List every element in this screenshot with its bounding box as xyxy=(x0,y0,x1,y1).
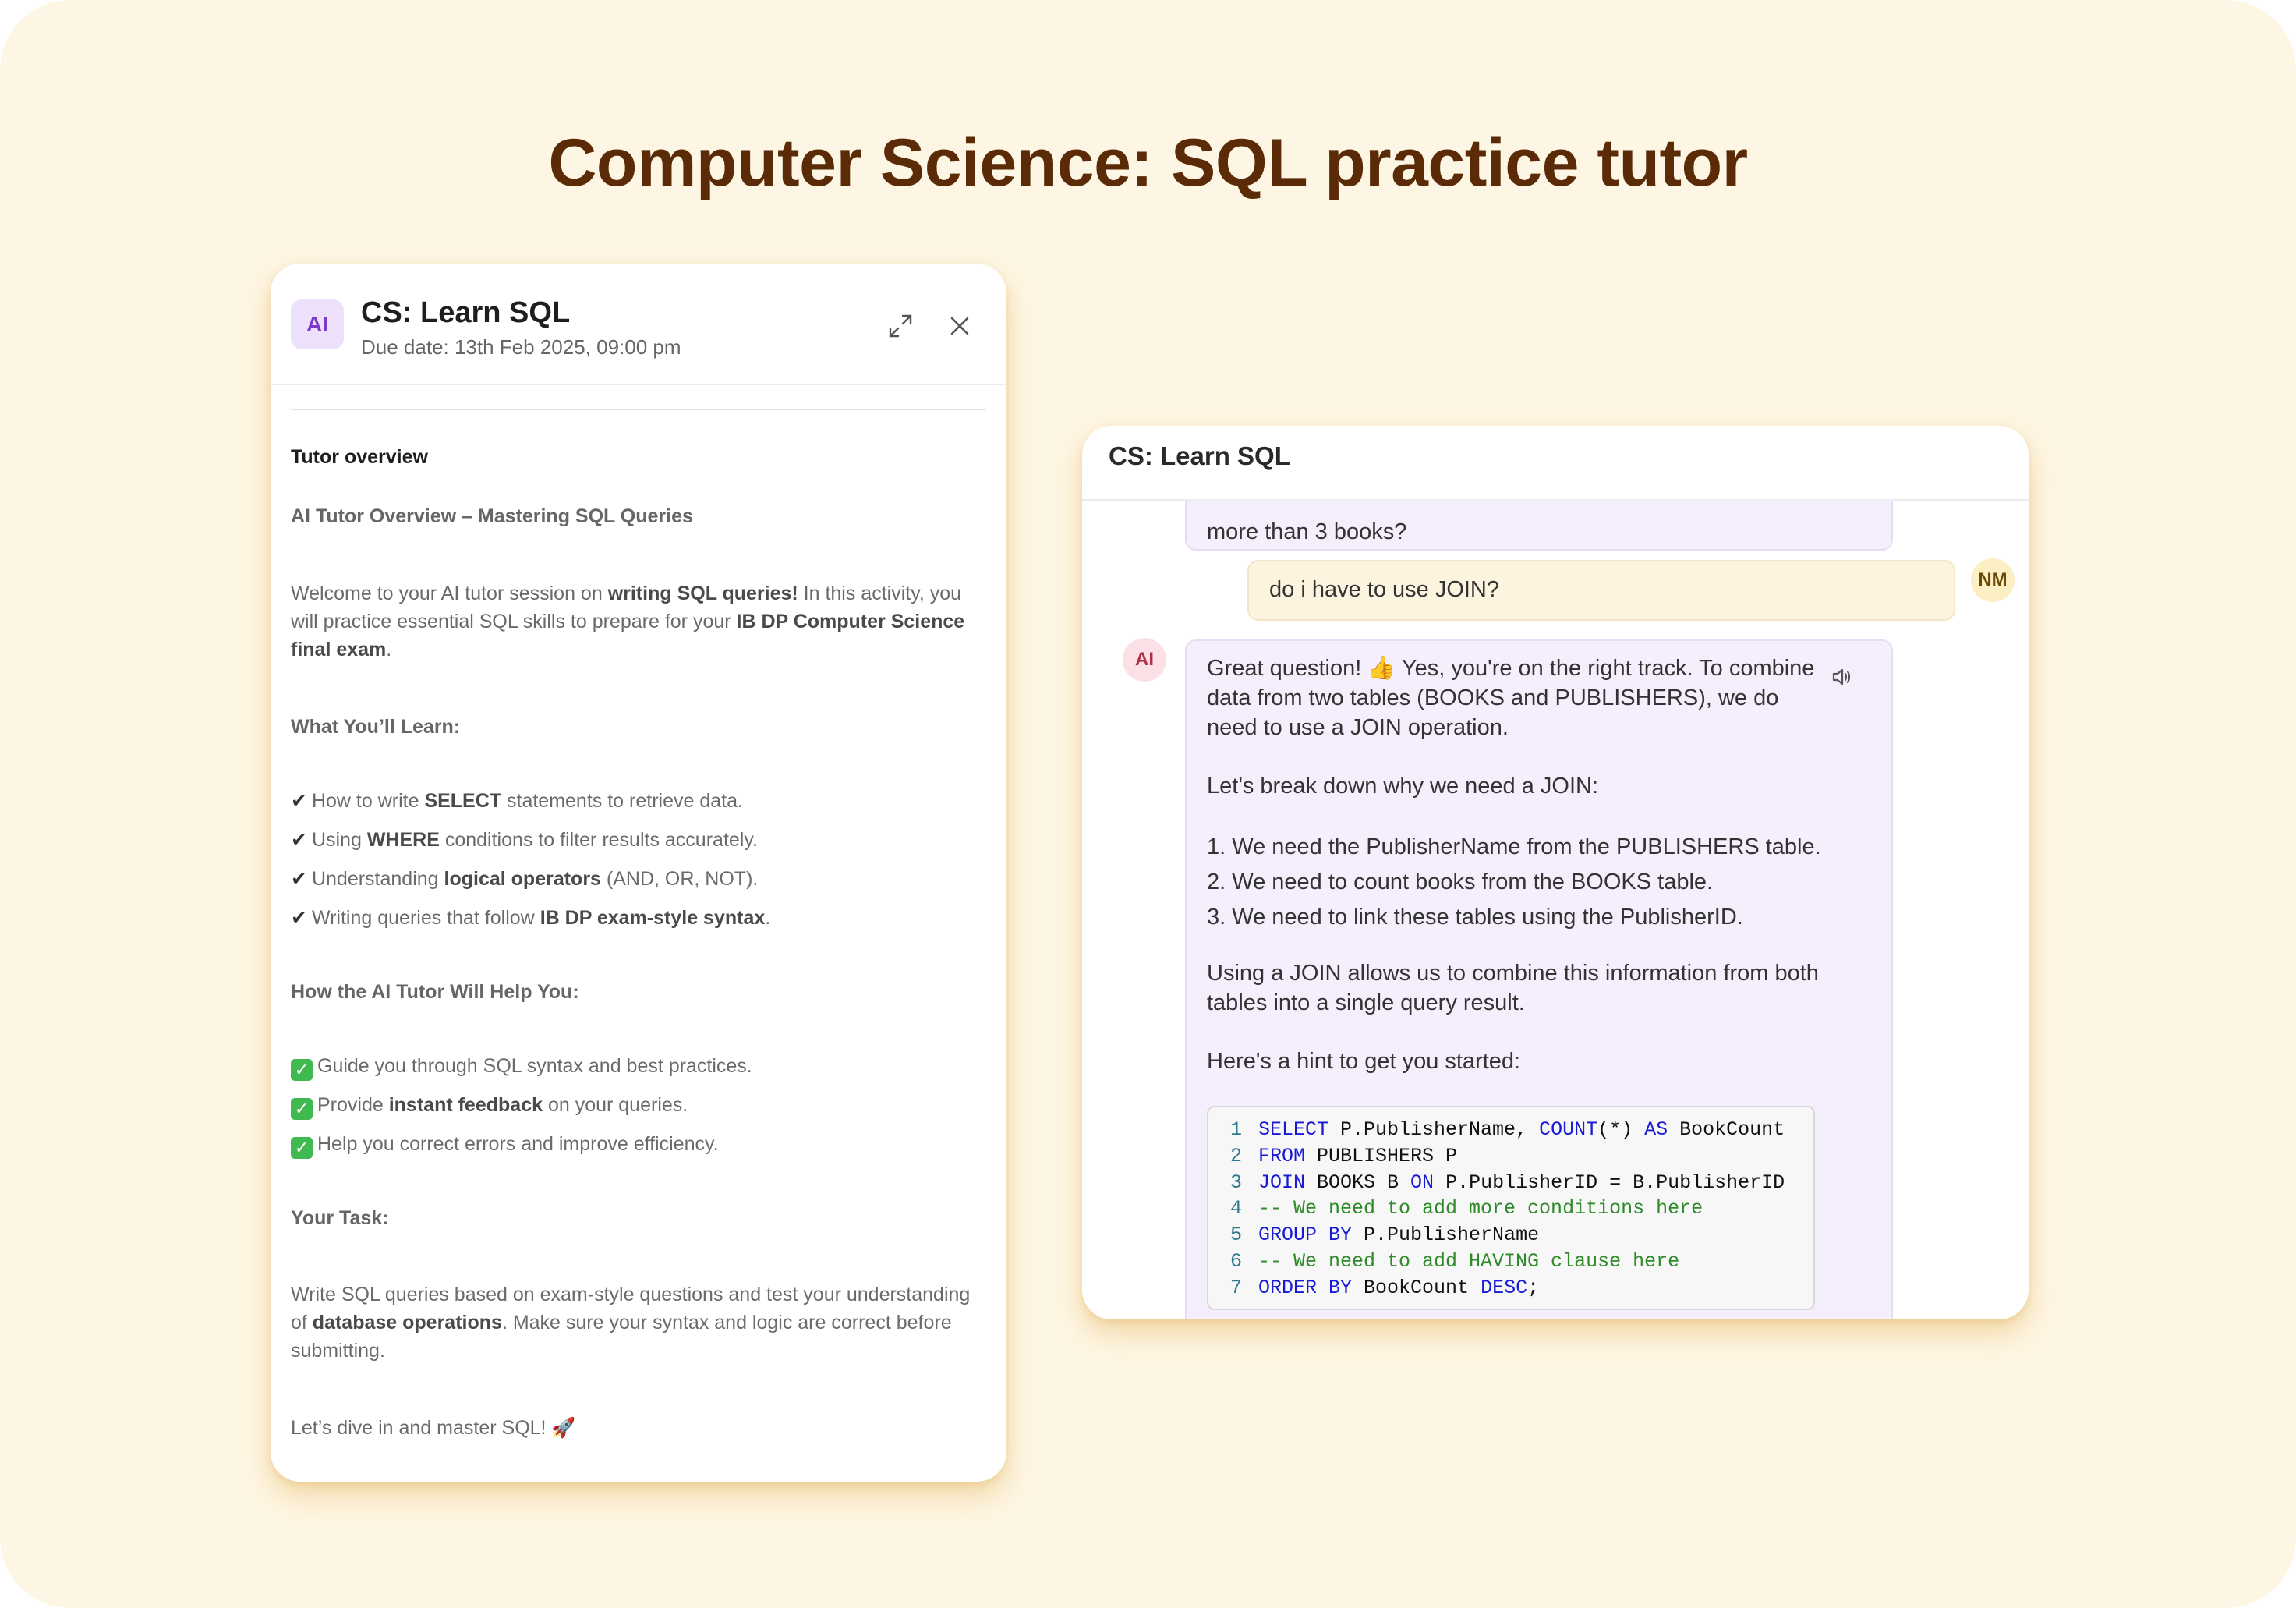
user-message: do i have to use JOIN? xyxy=(1247,560,1955,621)
list-item: ✔ How to write SELECT statements to retri… xyxy=(291,790,743,812)
ai-hint: Here's a hint to get you started: xyxy=(1207,1049,1521,1074)
code-line: 3 JOIN BOOKS B ON P.PublisherID = B.Publi… xyxy=(1230,1170,1785,1196)
learn-heading: What You’ll Learn: xyxy=(291,716,461,738)
help-heading: How the AI Tutor Will Help You: xyxy=(291,981,579,1003)
code-line: 2 FROM PUBLISHERS P xyxy=(1230,1143,1785,1170)
chat-title: CS: Learn SQL xyxy=(1109,441,1290,470)
list-item: ✔ Understanding logical operators (AND, O… xyxy=(291,868,759,890)
speaker-icon[interactable] xyxy=(1829,663,1857,691)
line-number: 4 xyxy=(1230,1197,1243,1220)
code-line: 6 -- We need to add HAVING clause here xyxy=(1230,1249,1785,1275)
line-number: 6 xyxy=(1230,1249,1243,1273)
page-title: Computer Science: SQL practice tutor xyxy=(548,126,1748,200)
activity-title: CS: Learn SQL xyxy=(361,296,571,329)
code-line: 4 -- We need to add more conditions here xyxy=(1230,1195,1785,1222)
ai-join: Using a JOIN allows us to combine this i… xyxy=(1207,961,1819,1015)
list-item: ✓ Help you correct errors and improve eff… xyxy=(291,1125,977,1163)
line-number: 7 xyxy=(1230,1276,1243,1299)
canvas-background: Computer Science: SQL practice tutor AI … xyxy=(0,0,2296,1608)
message-text: more than 3 books? xyxy=(1207,519,1407,544)
code-content: 1 SELECT P.PublisherName, COUNT(*) AS Boo… xyxy=(1230,1117,1785,1302)
due-date: Due date: 13th Feb 2025, 09:00 pm xyxy=(361,335,681,359)
tutor-overview-panel: AI CS: Learn SQL Due date: 13th Feb 2025… xyxy=(271,264,1006,1482)
message-text: do i have to use JOIN? xyxy=(1269,577,1499,602)
list-item: 2. We need to count books from the BOOKS… xyxy=(1207,870,1714,894)
ai-intro: Great question! 👍 Yes, you're on the rig… xyxy=(1207,656,1815,740)
overview-subtitle: AI Tutor Overview – Mastering SQL Querie… xyxy=(291,505,693,527)
learn-list: ✔ How to write SELECT statements to retri… xyxy=(291,781,977,937)
closing-line: Let’s dive in and master SQL! 🚀 xyxy=(291,1417,576,1439)
chat-header: CS: Learn SQL xyxy=(1082,426,2029,501)
line-number: 3 xyxy=(1230,1171,1243,1194)
overview-content: Tutor overview AI Tutor Overview – Maste… xyxy=(291,443,977,1442)
line-number: 1 xyxy=(1230,1118,1243,1141)
panel-header: AI CS: Learn SQL Due date: 13th Feb 2025… xyxy=(271,264,1006,385)
list-item: 3. We need to link these tables using th… xyxy=(1207,905,1743,930)
list-item: ✔ Using WHERE conditions to filter result… xyxy=(291,829,758,851)
user-avatar: NM xyxy=(1971,558,2015,602)
code-block[interactable]: 1 SELECT P.PublisherName, COUNT(*) AS Boo… xyxy=(1207,1106,1815,1310)
code-line: 5 GROUP BY P.PublisherName xyxy=(1230,1222,1785,1249)
ai-avatar: AI xyxy=(1123,638,1166,682)
help-list: ✓ Guide you through SQL syntax and best p… xyxy=(291,1047,977,1163)
welcome-paragraph: Welcome to your AI tutor session on writ… xyxy=(291,583,965,661)
list-item: ✓ Provide instant feedback on your querie… xyxy=(291,1086,977,1125)
ai-why: Let's break down why we need a JOIN: xyxy=(1207,774,1599,799)
chat-panel: CS: Learn SQL more than 3 books? do i ha… xyxy=(1082,426,2029,1319)
ai-badge: AI xyxy=(291,299,344,349)
list-item: 1. We need the PublisherName from the PU… xyxy=(1207,834,1821,859)
list-item: ✔ Writing queries that follow IB DP exam-… xyxy=(291,907,771,929)
ai-message-text: Great question! 👍 Yes, you're on the rig… xyxy=(1207,653,1831,1076)
check-icon: ✓ xyxy=(291,1098,313,1120)
check-icon: ✓ xyxy=(291,1059,313,1081)
code-line: 7 ORDER BY BookCount DESC; xyxy=(1230,1275,1785,1302)
ai-message: Great question! 👍 Yes, you're on the rig… xyxy=(1185,639,1893,1319)
overview-heading: Tutor overview xyxy=(291,446,428,468)
code-line: 1 SELECT P.PublisherName, COUNT(*) AS Boo… xyxy=(1230,1117,1785,1143)
line-number: 5 xyxy=(1230,1224,1243,1247)
divider xyxy=(291,409,986,410)
check-icon: ✓ xyxy=(291,1137,313,1159)
close-icon[interactable] xyxy=(944,310,975,342)
line-number: 2 xyxy=(1230,1144,1243,1167)
list-item: ✓ Guide you through SQL syntax and best p… xyxy=(291,1047,977,1086)
task-paragraph: Write SQL queries based on exam-style qu… xyxy=(291,1284,971,1362)
task-heading: Your Task: xyxy=(291,1207,389,1229)
expand-icon[interactable] xyxy=(885,310,916,342)
